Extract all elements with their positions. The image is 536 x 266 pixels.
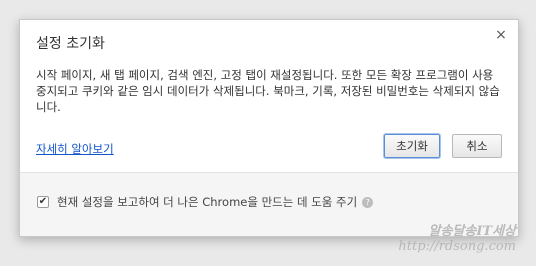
watermark-url: http://rdsong.com <box>398 239 516 254</box>
report-settings-text: 현재 설정을 보고하여 더 나은 Chrome을 만드는 데 도움 주기 <box>57 195 358 209</box>
reset-button[interactable]: 초기화 <box>384 134 440 158</box>
dialog-footer: ✔ 현재 설정을 보고하여 더 나은 Chrome을 만드는 데 도움 주기? <box>20 172 518 236</box>
learn-more-link[interactable]: 자세히 알아보기 <box>36 141 114 157</box>
reset-settings-dialog: 설정 초기화 × 시작 페이지, 새 탭 페이지, 검색 엔진, 고정 탭이 재… <box>19 19 519 237</box>
help-icon[interactable]: ? <box>362 197 374 208</box>
cancel-button[interactable]: 취소 <box>452 134 502 158</box>
dialog-description: 시작 페이지, 새 탭 페이지, 검색 엔진, 고정 탭이 재설정됩니다. 또한… <box>36 68 500 114</box>
dialog-title: 설정 초기화 <box>36 36 105 52</box>
report-settings-checkbox[interactable]: ✔ <box>37 196 49 208</box>
report-settings-label: 현재 설정을 보고하여 더 나은 Chrome을 만드는 데 도움 주기? <box>57 194 374 210</box>
close-icon[interactable]: × <box>492 26 510 44</box>
